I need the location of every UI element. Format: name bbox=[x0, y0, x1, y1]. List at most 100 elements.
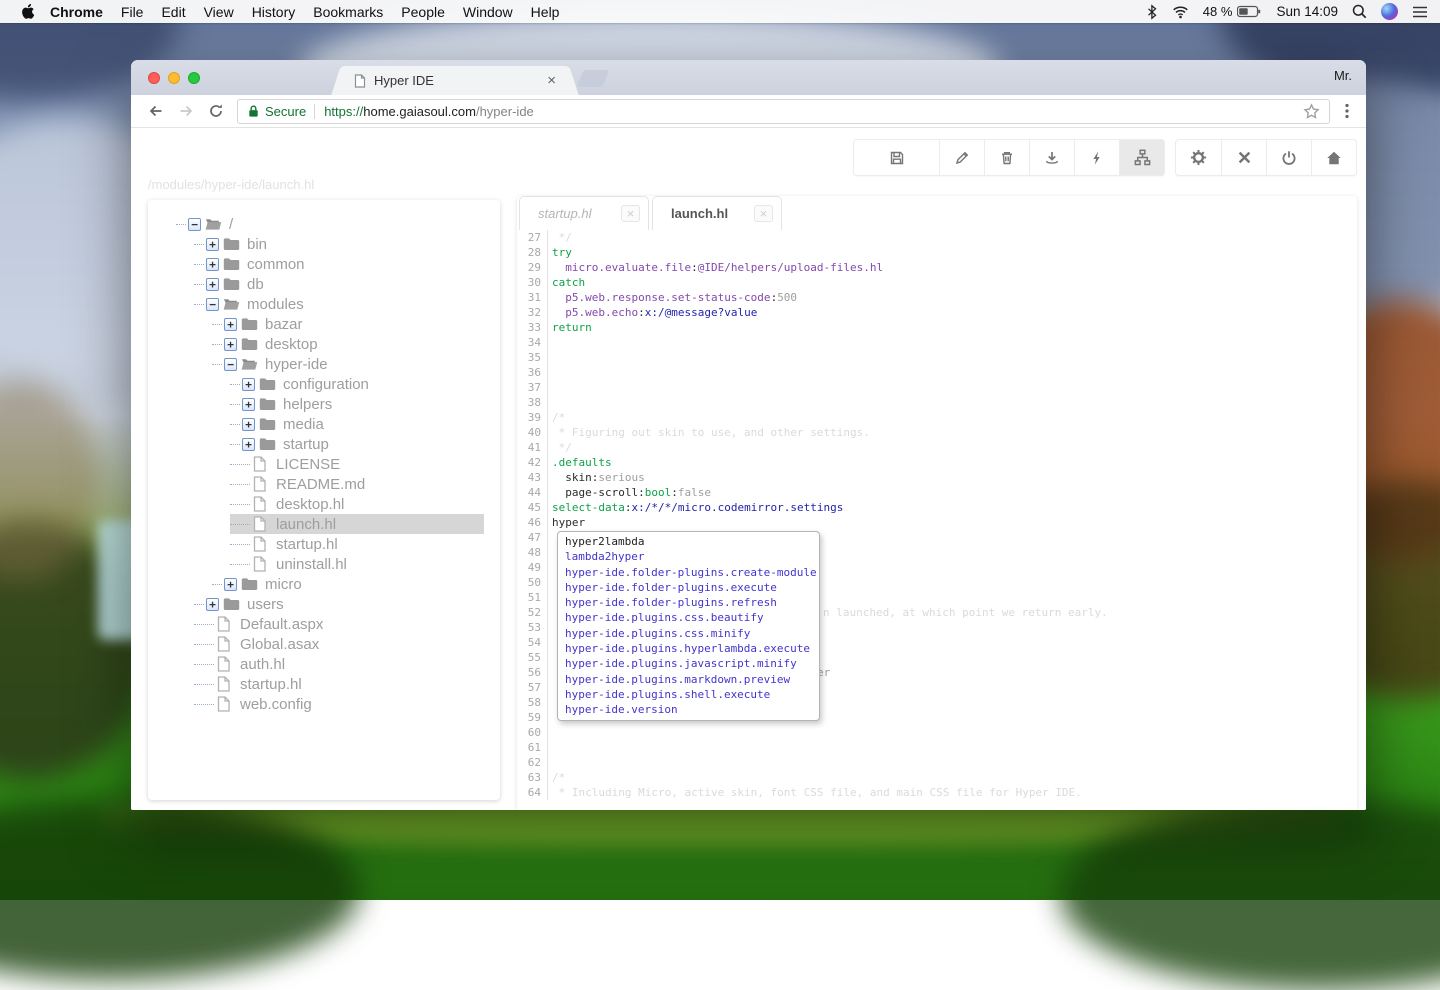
wifi-icon[interactable] bbox=[1172, 4, 1189, 19]
expand-icon[interactable]: + bbox=[206, 238, 219, 251]
expand-icon[interactable]: + bbox=[206, 258, 219, 271]
execute-button[interactable] bbox=[1074, 140, 1119, 175]
autocomplete-item[interactable]: hyper-ide.folder-plugins.refresh bbox=[558, 595, 819, 610]
tree-folder-helpers[interactable]: +helpers bbox=[230, 394, 484, 414]
new-tab-button[interactable] bbox=[577, 70, 610, 87]
expand-icon[interactable]: + bbox=[224, 318, 237, 331]
tree-row: auth.hl bbox=[148, 654, 500, 674]
menu-item-chrome[interactable]: Chrome bbox=[50, 4, 103, 20]
expand-icon[interactable]: + bbox=[242, 418, 255, 431]
autocomplete-item[interactable]: hyper-ide.plugins.css.beautify bbox=[558, 610, 819, 625]
minimize-window-button[interactable] bbox=[168, 72, 180, 84]
tree-folder-modules[interactable]: −modules bbox=[194, 294, 484, 314]
tree-file-startup-hl[interactable]: startup.hl bbox=[230, 534, 484, 554]
expand-icon[interactable]: + bbox=[242, 398, 255, 411]
back-button[interactable] bbox=[144, 99, 168, 123]
close-window-button[interactable] bbox=[148, 72, 160, 84]
autocomplete-item[interactable]: hyper-ide.plugins.markdown.preview bbox=[558, 672, 819, 687]
code-editor[interactable]: 27 */28try29 micro.evaluate.file:@IDE/he… bbox=[517, 230, 1357, 810]
home-button[interactable] bbox=[1311, 140, 1356, 175]
autocomplete-item[interactable]: hyper-ide.version bbox=[558, 702, 819, 717]
tree-file-startup-hl[interactable]: startup.hl bbox=[194, 674, 484, 694]
tree-file-license[interactable]: LICENSE bbox=[230, 454, 484, 474]
siri-icon[interactable] bbox=[1381, 3, 1398, 20]
forward-button[interactable] bbox=[174, 99, 198, 123]
autocomplete-item[interactable]: hyper-ide.folder-plugins.create-module bbox=[558, 565, 819, 580]
tree-file-global-asax[interactable]: Global.asax bbox=[194, 634, 484, 654]
tree-folder-micro[interactable]: +micro bbox=[212, 574, 484, 594]
tree-file-desktop-hl[interactable]: desktop.hl bbox=[230, 494, 484, 514]
spotlight-icon[interactable] bbox=[1352, 4, 1367, 19]
expand-icon[interactable]: + bbox=[224, 578, 237, 591]
autocomplete-item[interactable]: hyper-ide.plugins.hyperlambda.execute bbox=[558, 641, 819, 656]
tree-folder-startup[interactable]: +startup bbox=[230, 434, 484, 454]
expand-icon[interactable]: + bbox=[224, 338, 237, 351]
battery-indicator[interactable]: 48 % bbox=[1203, 4, 1263, 19]
collapse-icon[interactable]: − bbox=[206, 298, 219, 311]
zoom-window-button[interactable] bbox=[188, 72, 200, 84]
save-button[interactable] bbox=[854, 140, 939, 175]
settings-button[interactable] bbox=[1176, 140, 1221, 175]
tree-folder-db[interactable]: +db bbox=[194, 274, 484, 294]
browser-menu-button[interactable] bbox=[1338, 103, 1356, 119]
expand-icon[interactable]: + bbox=[206, 278, 219, 291]
expand-icon[interactable]: + bbox=[242, 378, 255, 391]
tree-folder-media[interactable]: +media bbox=[230, 414, 484, 434]
browser-tab[interactable]: Hyper IDE × bbox=[344, 66, 566, 95]
tree-file-auth-hl[interactable]: auth.hl bbox=[194, 654, 484, 674]
menu-item-bookmarks[interactable]: Bookmarks bbox=[313, 4, 383, 20]
collapse-icon[interactable]: − bbox=[224, 358, 237, 371]
reload-button[interactable] bbox=[204, 99, 228, 123]
tree-folder--[interactable]: −/ bbox=[176, 214, 484, 234]
edit-button[interactable] bbox=[939, 140, 984, 175]
code-line-45: 45select-data:x:/*/*/micro.codemirror.se… bbox=[517, 500, 1357, 515]
tree-folder-desktop[interactable]: +desktop bbox=[212, 334, 484, 354]
menu-item-people[interactable]: People bbox=[401, 4, 445, 20]
tree-folder-bazar[interactable]: +bazar bbox=[212, 314, 484, 334]
menu-item-file[interactable]: File bbox=[121, 4, 144, 20]
tree-folder-configuration[interactable]: +configuration bbox=[230, 374, 484, 394]
editor-tab-close-icon[interactable]: × bbox=[621, 205, 640, 222]
profile-name[interactable]: Mr. bbox=[1334, 68, 1352, 83]
menu-item-window[interactable]: Window bbox=[463, 4, 513, 20]
menu-item-help[interactable]: Help bbox=[531, 4, 560, 20]
autocomplete-item[interactable]: hyper-ide.plugins.javascript.minify bbox=[558, 656, 819, 671]
notification-center-icon[interactable] bbox=[1412, 5, 1428, 19]
autocomplete-item[interactable]: hyper-ide.plugins.shell.execute bbox=[558, 687, 819, 702]
autocomplete-item[interactable]: hyper-ide.folder-plugins.execute bbox=[558, 580, 819, 595]
download-button[interactable] bbox=[1029, 140, 1074, 175]
autocomplete-item[interactable]: hyper2lambda bbox=[558, 534, 819, 549]
tree-folder-common[interactable]: +common bbox=[194, 254, 484, 274]
autocomplete-item[interactable]: lambda2hyper bbox=[558, 549, 819, 564]
line-number: 29 bbox=[517, 260, 547, 275]
tree-folder-bin[interactable]: +bin bbox=[194, 234, 484, 254]
tree-file-readme-md[interactable]: README.md bbox=[230, 474, 484, 494]
editor-tab-launch-hl[interactable]: launch.hl× bbox=[652, 196, 782, 230]
tree-file-web-config[interactable]: web.config bbox=[194, 694, 484, 714]
tree-file-default-aspx[interactable]: Default.aspx bbox=[194, 614, 484, 634]
tree-folder-users[interactable]: +users bbox=[194, 594, 484, 614]
bookmark-star-icon[interactable] bbox=[1303, 103, 1320, 120]
address-bar[interactable]: Secure https://home.gaiasoul.com/hyper-i… bbox=[237, 99, 1330, 124]
menu-item-history[interactable]: History bbox=[252, 4, 296, 20]
menu-clock[interactable]: Sun 14:09 bbox=[1276, 4, 1338, 19]
tab-close-icon[interactable]: × bbox=[547, 73, 556, 88]
apple-menu-icon[interactable] bbox=[20, 3, 35, 20]
editor-tab-close-icon[interactable]: × bbox=[754, 205, 773, 222]
delete-button[interactable] bbox=[984, 140, 1029, 175]
tree-button[interactable] bbox=[1119, 140, 1164, 175]
autocomplete-item[interactable]: hyper-ide.plugins.css.minify bbox=[558, 626, 819, 641]
menu-item-edit[interactable]: Edit bbox=[161, 4, 185, 20]
collapse-icon[interactable]: − bbox=[188, 218, 201, 231]
tree-folder-hyper-ide[interactable]: −hyper-ide bbox=[212, 354, 484, 374]
tree-file-launch-hl[interactable]: launch.hl bbox=[230, 514, 484, 534]
close-button[interactable] bbox=[1221, 140, 1266, 175]
secure-lock-icon[interactable] bbox=[247, 104, 260, 118]
expand-icon[interactable]: + bbox=[206, 598, 219, 611]
power-button[interactable] bbox=[1266, 140, 1311, 175]
tree-file-uninstall-hl[interactable]: uninstall.hl bbox=[230, 554, 484, 574]
menu-item-view[interactable]: View bbox=[204, 4, 234, 20]
expand-icon[interactable]: + bbox=[242, 438, 255, 451]
editor-tab-startup-hl[interactable]: startup.hl× bbox=[519, 196, 649, 230]
bluetooth-icon[interactable] bbox=[1146, 4, 1158, 20]
